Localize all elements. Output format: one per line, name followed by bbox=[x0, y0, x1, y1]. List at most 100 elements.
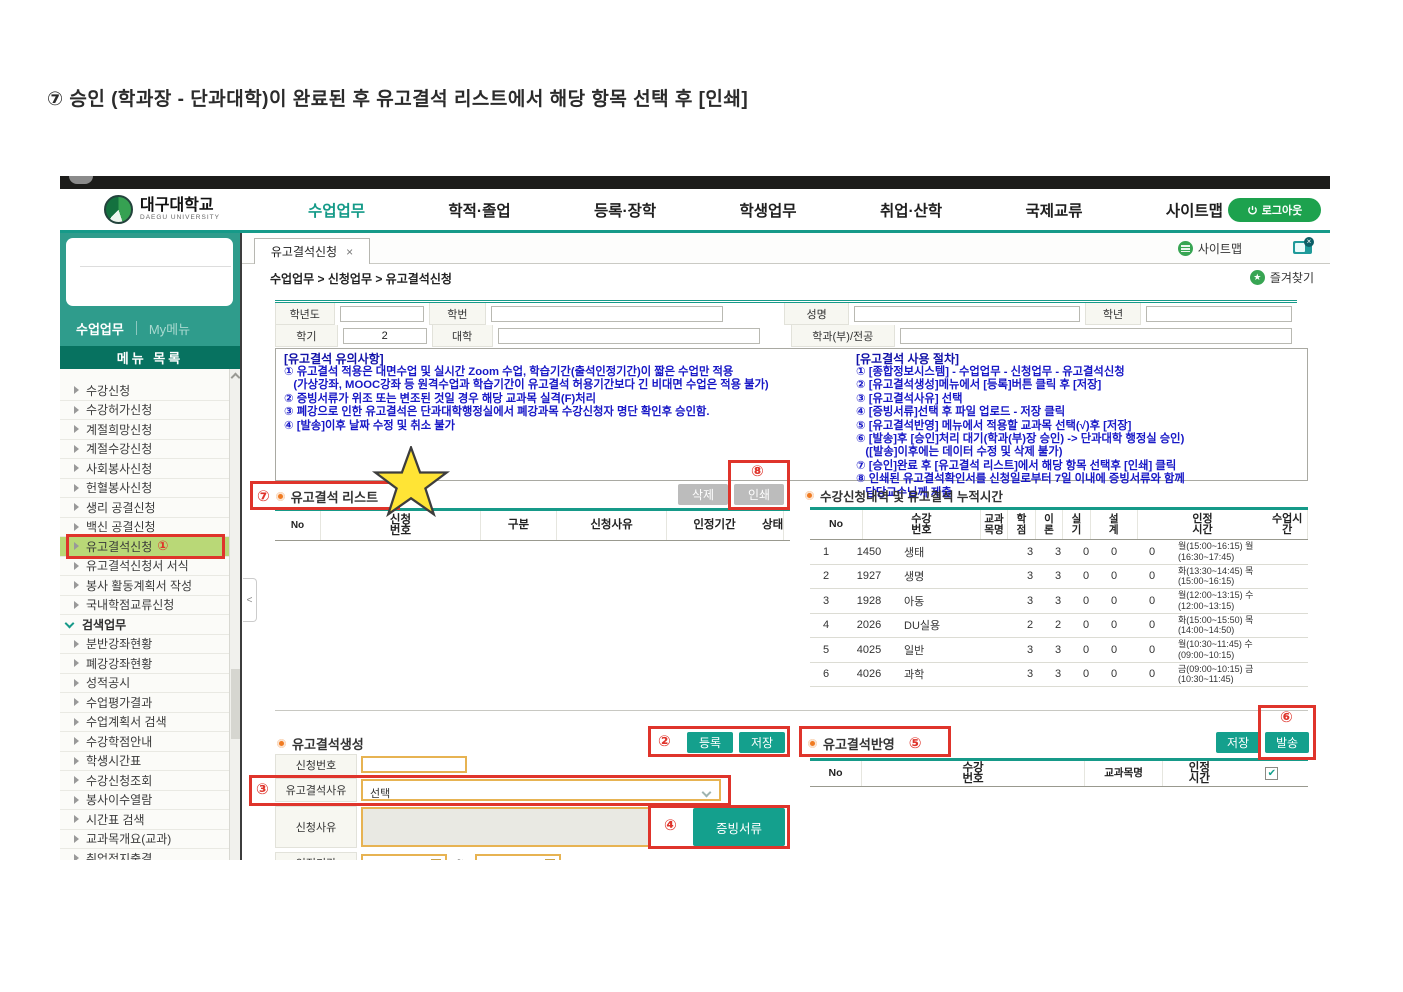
cell-class-time: 화(15:00~15:50) 목(14:00~14:50) bbox=[1176, 614, 1308, 638]
scrollbar-thumb[interactable] bbox=[231, 669, 240, 739]
calendar-icon bbox=[431, 859, 441, 860]
sidebar-item[interactable]: 백신 공결신청 bbox=[60, 518, 229, 538]
reflect-save-button[interactable]: 저장 bbox=[1216, 732, 1260, 753]
sidebar-item[interactable]: 수강학점안내 bbox=[60, 732, 229, 752]
sidebar-item[interactable]: 봉사 활동계획서 작성 bbox=[60, 576, 229, 596]
sidebar-main-divider bbox=[240, 233, 242, 860]
sidebar-item[interactable]: 교과목개요(교과) bbox=[60, 830, 229, 850]
table-row[interactable]: 3 1928 아동 3 3 0 0 0 월(12:00~13:15) 수(12:… bbox=[810, 589, 1308, 614]
sidebar-item[interactable]: 생리 공결신청 bbox=[60, 498, 229, 518]
cell-code: 1928 bbox=[842, 589, 896, 613]
delete-button[interactable]: 삭제 bbox=[678, 484, 728, 505]
request-no-input[interactable] bbox=[361, 756, 467, 773]
notice-left-title: [유고결석 유의사항] bbox=[284, 352, 849, 366]
sidebar-item[interactable]: 성적공시 bbox=[60, 674, 229, 694]
table-row[interactable]: 2 1927 생명 3 3 0 0 0 화(13:30~14:45) 목(15:… bbox=[810, 565, 1308, 590]
nav-item[interactable]: 취업·산학 bbox=[880, 199, 942, 221]
logout-button[interactable]: 로그아웃 bbox=[1228, 198, 1321, 222]
sidebar-item[interactable]: 유고결석신청서 서식 bbox=[60, 557, 229, 577]
create-save-button[interactable]: 저장 bbox=[739, 732, 785, 753]
sidebar-collapse-handle[interactable]: < bbox=[243, 578, 257, 622]
name-input[interactable] bbox=[854, 306, 1080, 322]
cell-class-time: 화(13:30~14:45) 목(15:00~16:15) bbox=[1176, 565, 1308, 589]
tab-absence-apply[interactable]: 유고결석신청 × bbox=[254, 238, 370, 264]
nav-item[interactable]: 학적·졸업 bbox=[448, 199, 510, 221]
cell-class-time: 금(09:00~10:15) 금(10:30~11:45) bbox=[1176, 663, 1308, 687]
college-input[interactable] bbox=[498, 328, 760, 344]
university-logo[interactable]: 대구대학교 DAEGU UNIVERSITY bbox=[104, 195, 220, 224]
sidebar-item[interactable]: 계절희망신청 bbox=[60, 420, 229, 440]
major-input[interactable] bbox=[900, 328, 1292, 344]
browser-top-bar bbox=[60, 176, 1330, 189]
year-input[interactable] bbox=[340, 306, 424, 322]
sidebar-item[interactable]: 수강허가신청 bbox=[60, 401, 229, 421]
cell-code: 1927 bbox=[842, 565, 896, 589]
sidebar-item[interactable]: 수업계획서 검색 bbox=[60, 713, 229, 733]
semester-input[interactable]: 2 bbox=[343, 328, 427, 344]
notice-line: ([발송]이후에는 데이터 수정 및 삭제 불가) bbox=[856, 446, 1304, 459]
register-button[interactable]: 등록 bbox=[687, 732, 733, 753]
grade-input[interactable] bbox=[1146, 306, 1292, 322]
logo-title: 대구대학교 bbox=[140, 198, 220, 214]
sidebar-item[interactable]: 계절수강신청 bbox=[60, 440, 229, 460]
favorite-button[interactable]: ★ 즐겨찾기 bbox=[1250, 269, 1314, 286]
cell-practice: 0 bbox=[1072, 638, 1100, 662]
sidebar-item[interactable]: 수강신청조회 bbox=[60, 771, 229, 791]
nav-item[interactable]: 학생업무 bbox=[740, 199, 797, 221]
site-header: 대구대학교 DAEGU UNIVERSITY 수업업무 학적·졸업 등록·장학 학생… bbox=[60, 189, 1330, 230]
sidebar-item[interactable]: 시간표 검색 bbox=[60, 810, 229, 830]
column-header: 신청사유 bbox=[557, 511, 667, 540]
sidebar-item[interactable]: 수업평가결과 bbox=[60, 693, 229, 713]
print-button[interactable]: 인쇄 bbox=[734, 484, 784, 505]
student-id-input[interactable] bbox=[491, 306, 723, 322]
cell-theory: 3 bbox=[1044, 540, 1072, 564]
arrow-icon bbox=[74, 581, 79, 589]
sidebar-category-search[interactable]: 검색업무 bbox=[60, 615, 229, 635]
sidebar-item-absence-apply[interactable]: 유고결석신청 ① bbox=[60, 537, 229, 557]
sidebar-item[interactable]: 학생시간표 bbox=[60, 752, 229, 772]
cell-practice: 0 bbox=[1072, 565, 1100, 589]
check-all-checkbox[interactable]: ✔ bbox=[1265, 767, 1278, 780]
request-reason-textarea[interactable] bbox=[361, 807, 651, 847]
sidebar-item[interactable]: 폐강강좌현황 bbox=[60, 654, 229, 674]
sidebar-item[interactable]: 분반강좌현황 bbox=[60, 635, 229, 655]
top-bar-notch bbox=[69, 176, 93, 184]
arrow-icon bbox=[74, 698, 79, 706]
nav-item[interactable]: 사이트맵 bbox=[1166, 199, 1223, 221]
period-separator: ~ bbox=[457, 855, 463, 860]
form-spacer bbox=[765, 325, 791, 347]
sidebar-scrollbar[interactable] bbox=[229, 369, 240, 860]
sitemap-link[interactable]: 사이트맵 bbox=[1178, 240, 1242, 257]
absence-reflect-table: No수강 번호교과목명인정 시간 ✔ bbox=[810, 758, 1308, 787]
table-row[interactable]: 5 4025 일반 3 3 0 0 0 월(10:30~11:45) 수(09:… bbox=[810, 638, 1308, 663]
cell-design: 0 bbox=[1100, 638, 1128, 662]
sidebar-item[interactable]: 국내학점교류신청 bbox=[60, 596, 229, 616]
table-row[interactable]: 1 1450 생태 3 3 0 0 0 월(15:00~16:15) 월(16:… bbox=[810, 540, 1308, 565]
sidebar-item[interactable]: 봉사이수열람 bbox=[60, 791, 229, 811]
nav-item[interactable]: 국제교류 bbox=[1026, 199, 1083, 221]
sidebar-tab-work[interactable]: 수업업무 bbox=[76, 319, 124, 338]
form-spacer bbox=[728, 303, 784, 325]
period-start-input[interactable] bbox=[361, 854, 447, 860]
period-end-input[interactable] bbox=[475, 854, 561, 860]
nav-item[interactable]: 등록·장학 bbox=[594, 199, 656, 221]
send-button[interactable]: 발송 bbox=[1265, 732, 1309, 753]
scrollbar-up-icon[interactable] bbox=[230, 371, 240, 381]
table-row[interactable]: 6 4026 과학 3 3 0 0 0 금(09:00~10:15) 금(10:… bbox=[810, 663, 1308, 688]
reason-select[interactable]: 선택 bbox=[361, 779, 721, 801]
close-all-tabs-icon[interactable] bbox=[1293, 241, 1312, 254]
attachment-button[interactable]: 증빙서류 bbox=[693, 808, 785, 846]
sidebar-item-label: 수강신청 bbox=[86, 382, 130, 399]
notice-line: ⑤ [유고결석반영] 메뉴에서 적용할 교과목 선택(√)후 [저장] bbox=[856, 420, 1304, 433]
tab-close-icon[interactable]: × bbox=[346, 245, 353, 259]
sidebar-item-label: 수강학점안내 bbox=[86, 733, 152, 750]
column-header: 상태 bbox=[762, 511, 784, 540]
nav-item-active[interactable]: 수업업무 bbox=[308, 199, 365, 221]
sidebar-tab-mymenu[interactable]: My메뉴 bbox=[149, 319, 190, 338]
sidebar-item[interactable]: 헌혈봉사신청 bbox=[60, 479, 229, 499]
section-divider bbox=[275, 710, 1308, 711]
sidebar-item-clipped[interactable]: 취업정지출결 bbox=[60, 849, 229, 860]
table-row[interactable]: 4 2026 DU실용 2 2 0 0 0 화(15:00~15:50) 목(1… bbox=[810, 614, 1308, 639]
sidebar-item[interactable]: 수강신청 bbox=[60, 381, 229, 401]
sidebar-item[interactable]: 사회봉사신청 bbox=[60, 459, 229, 479]
